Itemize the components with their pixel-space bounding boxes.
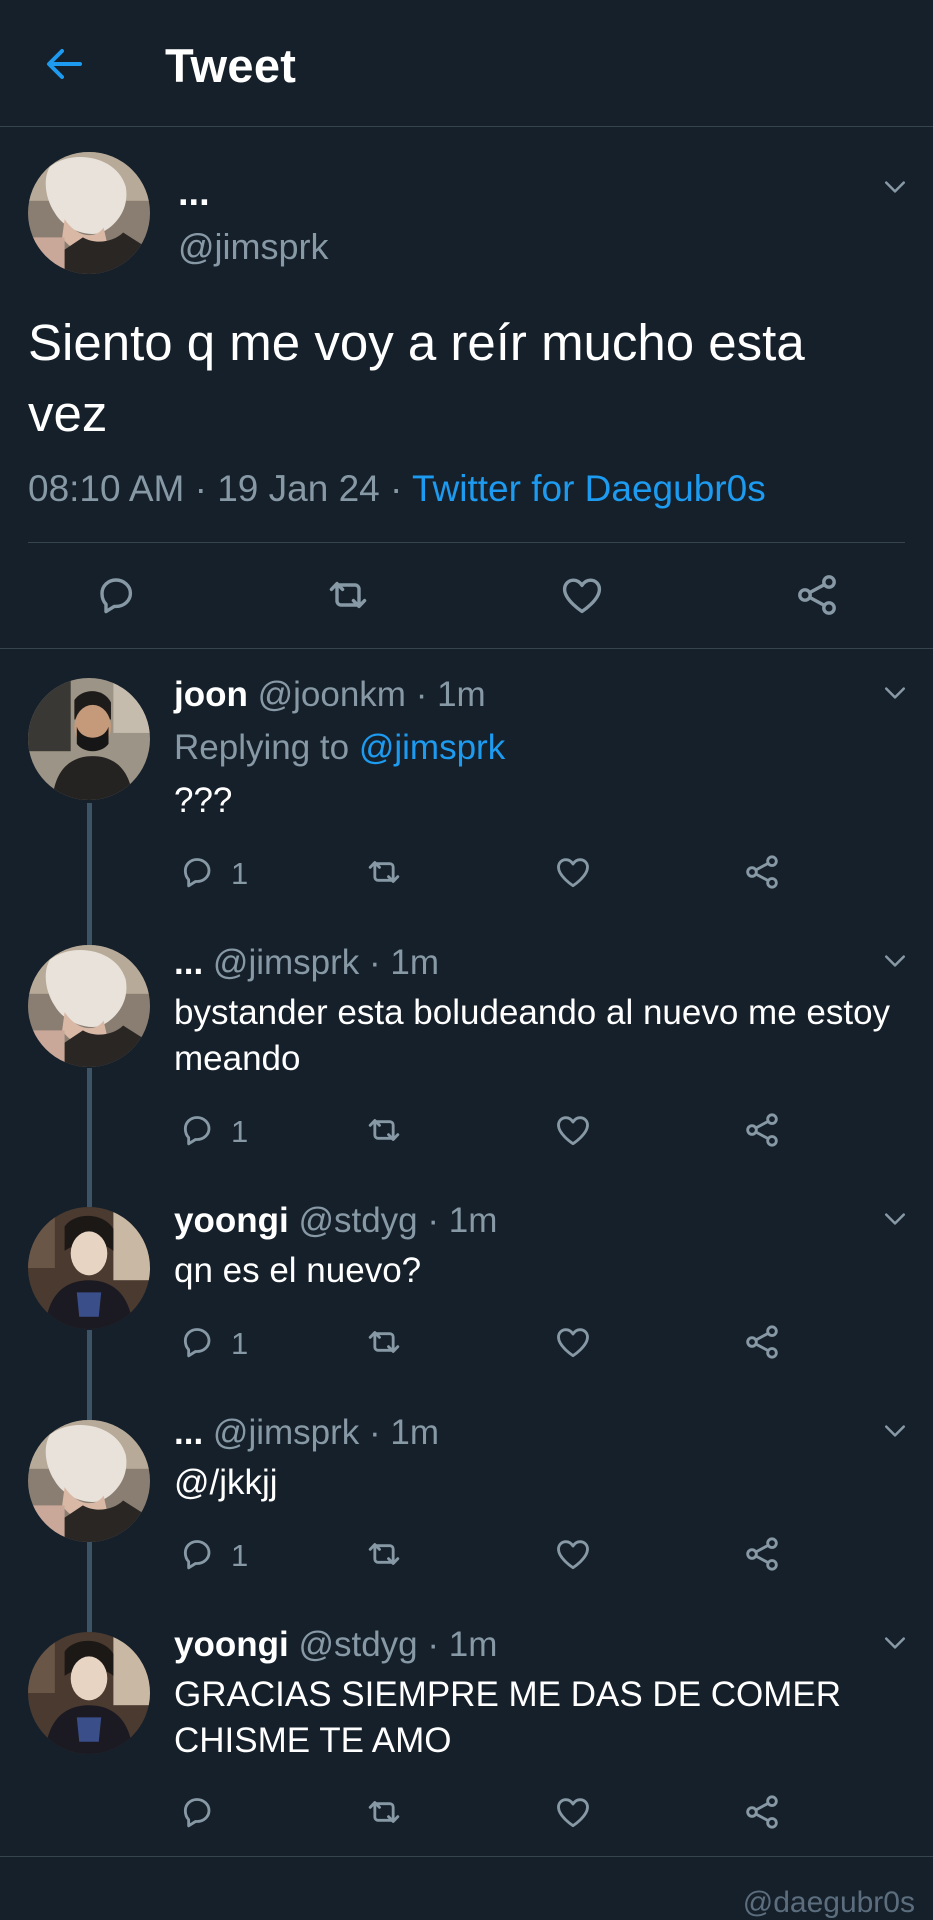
retweet-icon[interactable] [364, 1534, 404, 1574]
tweet-date: 19 Jan 24 [217, 468, 380, 509]
like-icon[interactable] [553, 1534, 593, 1574]
author-handle[interactable]: @jimsprk [213, 943, 359, 982]
reply-time: 1m [448, 1625, 498, 1664]
retweet-icon[interactable] [364, 1792, 404, 1832]
author-handle[interactable]: @jimsprk [213, 1413, 359, 1452]
reply-count: 1 [231, 1326, 249, 1361]
mention-link[interactable]: @jimsprk [359, 728, 505, 767]
author-name[interactable]: joon [174, 675, 248, 714]
retweet-icon[interactable] [364, 1110, 404, 1150]
tweet-source-link[interactable]: Twitter for Daegubr0s [412, 468, 766, 509]
author-handle[interactable]: @stdyg [298, 1201, 417, 1240]
chevron-down-icon[interactable] [880, 678, 910, 708]
share-icon[interactable] [742, 1322, 782, 1362]
reply-icon[interactable] [177, 1110, 217, 1150]
tweet-text: Siento q me voy a reír mucho esta vez [28, 314, 805, 442]
page-title: Tweet [165, 39, 297, 92]
tweet-time: 08:10 AM [28, 468, 185, 509]
avatar[interactable] [28, 1420, 150, 1542]
avatar[interactable] [28, 152, 150, 274]
reply-text: GRACIAS SIEMPRE ME DAS DE COMER CHISME T… [174, 1675, 842, 1760]
reply-count: 1 [231, 1114, 249, 1149]
share-icon[interactable] [742, 852, 782, 892]
reply-time: 1m [437, 675, 486, 714]
meta-separator: · [390, 468, 412, 509]
meta-separator: · [194, 468, 218, 509]
reply-icon[interactable] [92, 571, 140, 619]
reply-icon[interactable] [177, 1792, 217, 1832]
meta-separator: · [369, 1413, 391, 1452]
thread-connector [87, 1068, 92, 1207]
author-handle[interactable]: @joonkm [258, 675, 406, 714]
chevron-down-icon[interactable] [880, 1416, 910, 1446]
like-icon[interactable] [553, 1322, 593, 1362]
retweet-icon[interactable] [324, 571, 372, 619]
reply-header: ... @jimsprk · 1m [174, 943, 439, 983]
replying-to-line: Replying to @jimsprk [174, 728, 505, 768]
reply-time: 1m [448, 1201, 498, 1240]
share-icon[interactable] [742, 1110, 782, 1150]
retweet-icon[interactable] [364, 1322, 404, 1362]
reply-count: 1 [231, 1538, 249, 1573]
chevron-down-icon[interactable] [880, 172, 910, 202]
watermark: @daegubr0s [742, 1886, 915, 1919]
like-icon[interactable] [558, 571, 606, 619]
tweet-actions [0, 543, 933, 649]
replying-prefix: Replying to [174, 728, 350, 767]
reply-time: 1m [390, 943, 440, 982]
chevron-down-icon[interactable] [880, 1628, 910, 1658]
reply-count: 1 [231, 856, 249, 891]
reply-header: yoongi @stdyg · 1m [174, 1625, 497, 1665]
tweet-meta: 08:10 AM · 19 Jan 24 · Twitter for Daegu… [28, 468, 766, 510]
reply-icon[interactable] [177, 1534, 217, 1574]
share-icon[interactable] [742, 1534, 782, 1574]
author-name[interactable]: ... [178, 172, 210, 215]
reply-icon[interactable] [177, 852, 217, 892]
reply-time: 1m [390, 1413, 440, 1452]
back-arrow-icon[interactable] [40, 40, 88, 88]
divider [0, 1856, 933, 1857]
thread-connector [87, 803, 92, 945]
avatar[interactable] [28, 678, 150, 800]
thread-connector [87, 1330, 92, 1420]
like-icon[interactable] [553, 852, 593, 892]
author-handle[interactable]: @stdyg [298, 1625, 417, 1664]
avatar[interactable] [28, 945, 150, 1067]
author-name[interactable]: yoongi [174, 1625, 289, 1664]
avatar[interactable] [28, 1632, 150, 1754]
reply-text: bystander esta boludeando al nuevo me es… [174, 993, 891, 1078]
reply-header: joon @joonkm · 1m [174, 675, 486, 715]
reply-text: qn es el nuevo? [174, 1251, 422, 1290]
author-name[interactable]: yoongi [174, 1201, 289, 1240]
like-icon[interactable] [553, 1792, 593, 1832]
reply-header: ... @jimsprk · 1m [174, 1413, 439, 1453]
thread-connector [87, 1542, 92, 1632]
reply-text: ??? [174, 781, 233, 820]
reply-icon[interactable] [177, 1322, 217, 1362]
meta-separator: · [427, 1625, 449, 1664]
avatar[interactable] [28, 1207, 150, 1329]
meta-separator: · [427, 1201, 449, 1240]
chevron-down-icon[interactable] [880, 1204, 910, 1234]
like-icon[interactable] [553, 1110, 593, 1150]
author-handle[interactable]: @jimsprk [178, 226, 329, 268]
reply-text: @/jkkjj [174, 1463, 278, 1502]
author-name[interactable]: ... [174, 943, 203, 982]
share-icon[interactable] [742, 1792, 782, 1832]
author-name[interactable]: ... [174, 1413, 203, 1452]
meta-separator: · [415, 675, 438, 714]
meta-separator: · [369, 943, 391, 982]
chevron-down-icon[interactable] [880, 946, 910, 976]
top-bar: Tweet [0, 0, 933, 127]
reply-header: yoongi @stdyg · 1m [174, 1201, 497, 1241]
share-icon[interactable] [793, 571, 841, 619]
retweet-icon[interactable] [364, 852, 404, 892]
